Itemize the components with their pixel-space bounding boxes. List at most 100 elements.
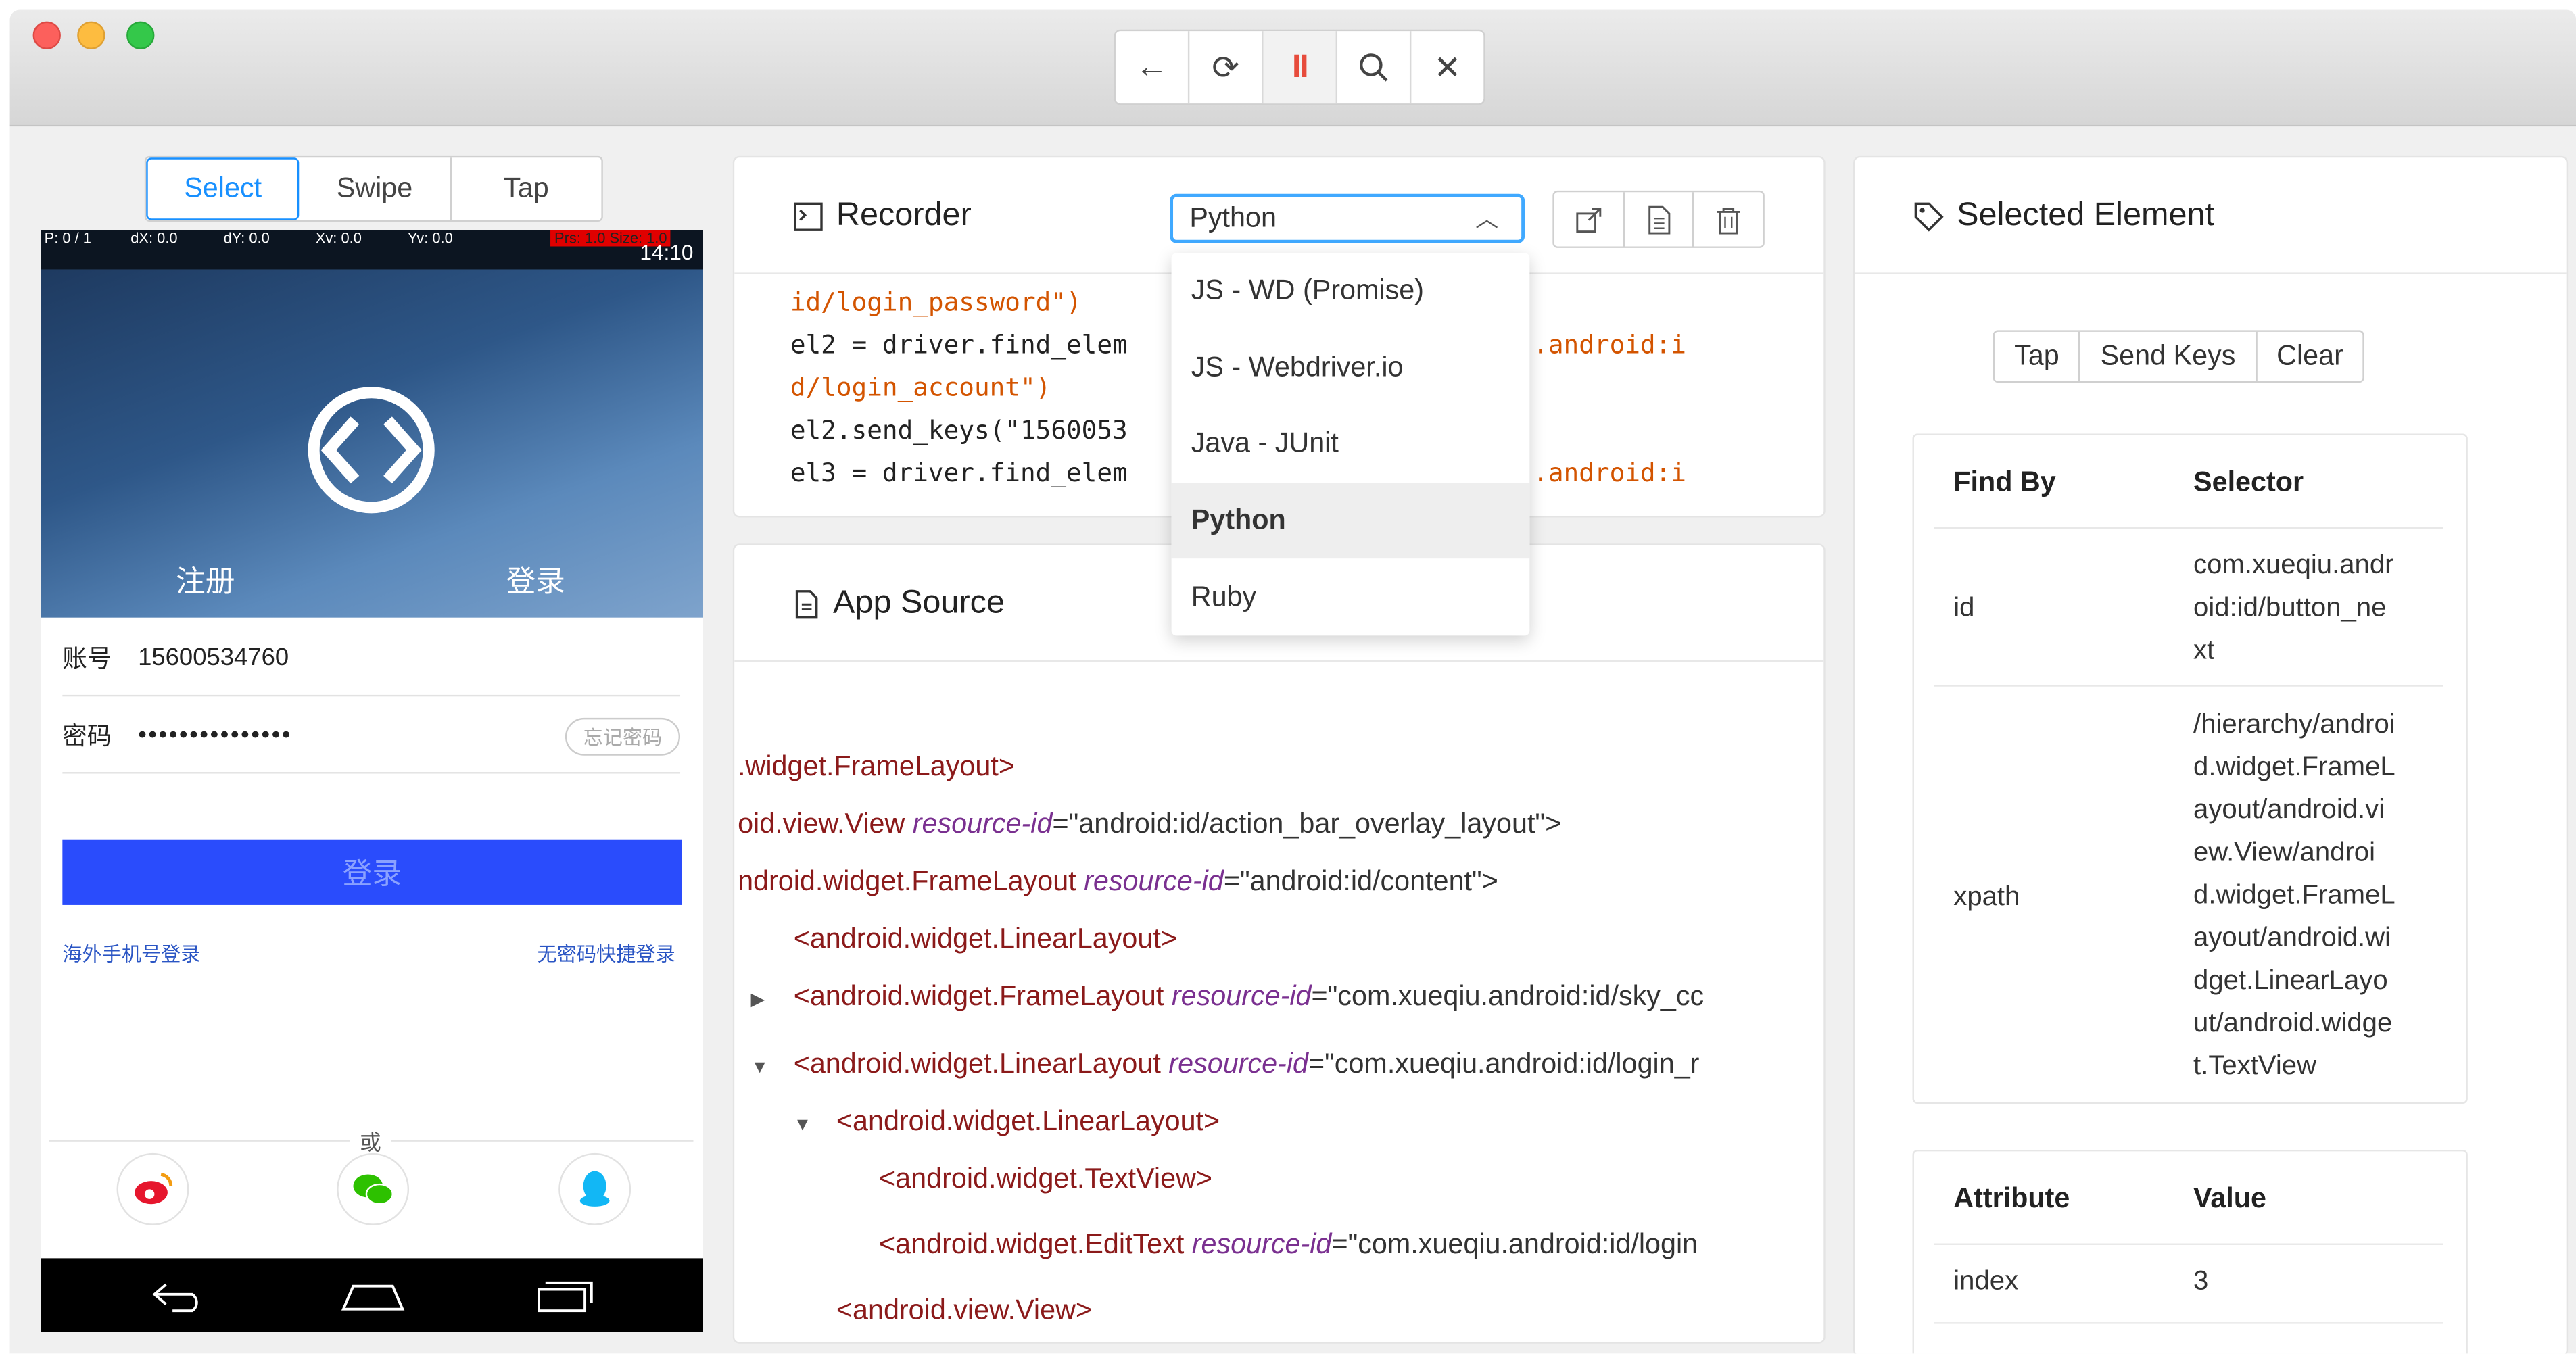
attributes-table: Attribute Value index 3 bbox=[1912, 1150, 2468, 1354]
attribute-value: 3 bbox=[2193, 1266, 2209, 1296]
pointer-info: P: 0 / 1 bbox=[44, 230, 91, 247]
selector-id[interactable]: com.xueqiu.andr oid:id/button_ne xt bbox=[2193, 543, 2393, 672]
source-node[interactable]: ▼ <android.widget.LinearLayout> bbox=[794, 1105, 1220, 1138]
back-icon[interactable]: ← bbox=[1116, 31, 1190, 104]
tag-icon bbox=[1914, 201, 1944, 231]
source-node[interactable]: <android.widget.LinearLayout> bbox=[751, 923, 1177, 956]
selected-element-title: Selected Element bbox=[1957, 197, 2215, 234]
attribute-name: index bbox=[1953, 1266, 2019, 1296]
passwordless-login-link[interactable]: 无密码快捷登录 bbox=[538, 940, 675, 967]
app-source-panel: App Source .widget.FrameLayout> oid.view.… bbox=[732, 543, 1826, 1344]
language-dropdown: JS - WD (Promise) JS - Webdriver.io Java… bbox=[1171, 253, 1530, 636]
copy-icon[interactable] bbox=[1624, 192, 1695, 247]
account-field[interactable]: 账号 15600534760 bbox=[62, 621, 681, 697]
language-option[interactable]: JS - WD (Promise) bbox=[1172, 253, 1530, 329]
selected-element-panel: Selected Element Tap Send Keys Clear Fin… bbox=[1853, 155, 2569, 1354]
chevron-up-icon: ︿ bbox=[1475, 205, 1499, 232]
recorder-header: Recorder bbox=[794, 197, 972, 235]
login-tab[interactable]: 登录 bbox=[506, 558, 565, 601]
minimize-window-button[interactable] bbox=[77, 21, 105, 49]
dy-info: dY: 0.0 bbox=[223, 230, 270, 247]
source-node[interactable]: <android.widget.EditText resource-id="co… bbox=[836, 1229, 1698, 1262]
code-line: el3 = driver.find_elem .android:i bbox=[790, 458, 1686, 488]
device-screenshot[interactable]: P: 0 / 1 dX: 0.0 dY: 0.0 Xv: 0.0 Yv: 0.0… bbox=[41, 230, 704, 1332]
app-source-title: App Source bbox=[833, 585, 1005, 621]
recents-nav-icon[interactable] bbox=[534, 1278, 596, 1314]
android-status-bar: P: 0 / 1 dX: 0.0 dY: 0.0 Xv: 0.0 Yv: 0.0… bbox=[41, 230, 704, 270]
source-node[interactable]: <android.view.View> bbox=[794, 1294, 1092, 1328]
terminal-icon bbox=[794, 201, 823, 230]
source-node[interactable]: oid.view.View resource-id="android:id/ac… bbox=[738, 808, 1561, 842]
tap-button[interactable]: Tap bbox=[1995, 331, 2081, 381]
source-node[interactable]: ▶ <android.widget.FrameLayout resource-id… bbox=[751, 981, 1704, 1014]
source-node[interactable]: ndroid.widget.FrameLayout resource-id="a… bbox=[738, 866, 1498, 899]
file-icon bbox=[795, 589, 818, 618]
trash-icon[interactable] bbox=[1694, 192, 1763, 246]
wechat-login-icon[interactable] bbox=[337, 1152, 410, 1225]
language-option[interactable]: Ruby bbox=[1172, 559, 1530, 635]
export-icon[interactable] bbox=[1554, 192, 1625, 247]
value-header: Value bbox=[2193, 1182, 2266, 1214]
status-time: 14:10 bbox=[640, 239, 694, 265]
home-nav-icon[interactable] bbox=[340, 1280, 406, 1313]
or-text: 或 bbox=[350, 1125, 391, 1157]
code-line: el2 = driver.find_elem .android:i bbox=[790, 330, 1686, 360]
source-node[interactable]: .widget.FrameLayout> bbox=[738, 751, 1015, 784]
pause-icon[interactable]: II bbox=[1263, 31, 1338, 104]
register-tab[interactable]: 注册 bbox=[176, 558, 235, 601]
mode-swipe-button[interactable]: Swipe bbox=[300, 157, 452, 220]
selected-element-header: Selected Element bbox=[1914, 197, 2214, 235]
password-field[interactable]: 密码 ••••••••••••••• 忘记密码 bbox=[62, 698, 681, 774]
mode-select-button[interactable]: Select bbox=[146, 157, 300, 220]
language-option[interactable]: JS - Webdriver.io bbox=[1172, 329, 1530, 406]
close-window-button[interactable] bbox=[32, 21, 61, 49]
source-node[interactable]: ▼ <android.widget.LinearLayout resource-i… bbox=[751, 1048, 1700, 1081]
forget-password-button[interactable]: 忘记密码 bbox=[565, 717, 681, 756]
caret-right-icon[interactable]: ▶ bbox=[751, 989, 794, 1010]
yv-info: Yv: 0.0 bbox=[407, 230, 453, 247]
source-node[interactable]: <android.widget.TextView> bbox=[836, 1163, 1212, 1196]
clear-button[interactable]: Clear bbox=[2257, 332, 2363, 381]
title-bar: ← ⟳ II ✕ bbox=[9, 9, 2576, 127]
password-value: ••••••••••••••• bbox=[138, 721, 293, 750]
overseas-login-link[interactable]: 海外手机号登录 bbox=[62, 940, 200, 967]
caret-down-icon[interactable]: ▼ bbox=[751, 1058, 794, 1077]
findby-xpath: xpath bbox=[1953, 881, 2020, 912]
language-option-selected[interactable]: Python bbox=[1171, 482, 1530, 560]
close-icon[interactable]: ✕ bbox=[1411, 31, 1483, 103]
login-button[interactable]: 登录 bbox=[62, 839, 682, 905]
element-actions: Tap Send Keys Clear bbox=[1993, 330, 2365, 383]
send-keys-button[interactable]: Send Keys bbox=[2080, 331, 2257, 381]
language-option[interactable]: Java - JUnit bbox=[1172, 406, 1530, 483]
weibo-login-icon[interactable] bbox=[116, 1152, 189, 1225]
code-line: id/login_password") bbox=[790, 287, 1082, 317]
search-icon[interactable] bbox=[1337, 31, 1412, 104]
android-nav-bar bbox=[41, 1258, 704, 1332]
xueqiu-logo-icon bbox=[308, 387, 435, 514]
interaction-mode-group: Select Swipe Tap bbox=[144, 155, 603, 222]
refresh-icon[interactable]: ⟳ bbox=[1189, 31, 1264, 104]
recorder-actions bbox=[1552, 190, 1765, 248]
password-label: 密码 bbox=[62, 723, 112, 751]
selector-header: Selector bbox=[2193, 466, 2304, 498]
findby-header: Find By bbox=[1953, 466, 2056, 498]
account-value: 15600534760 bbox=[138, 643, 289, 672]
attribute-header: Attribute bbox=[1953, 1182, 2070, 1214]
selector-xpath[interactable]: /hierarchy/androi d.widget.FrameL ayout/an… bbox=[2193, 703, 2395, 1088]
zoom-window-button[interactable] bbox=[126, 21, 155, 49]
language-select[interactable]: Python ︿ bbox=[1170, 193, 1525, 243]
account-label: 账号 bbox=[62, 645, 112, 674]
findby-id: id bbox=[1953, 593, 1975, 623]
mode-tap-button[interactable]: Tap bbox=[451, 157, 601, 220]
back-nav-icon[interactable] bbox=[149, 1278, 208, 1314]
xv-info: Xv: 0.0 bbox=[315, 230, 362, 247]
app-window: ← ⟳ II ✕ Select Swipe Tap P: 0 / 1 dX: 0… bbox=[9, 9, 2576, 1354]
language-value: Python bbox=[1189, 201, 1277, 234]
session-toolbar: ← ⟳ II ✕ bbox=[1114, 29, 1485, 105]
caret-down-icon[interactable]: ▼ bbox=[794, 1115, 836, 1135]
login-header: 注册 登录 bbox=[41, 269, 704, 657]
dx-info: dX: 0.0 bbox=[130, 230, 178, 247]
recorder-title: Recorder bbox=[836, 197, 972, 234]
code-line: el2.send_keys("1560053 bbox=[790, 415, 1128, 445]
qq-login-icon[interactable] bbox=[558, 1152, 631, 1225]
